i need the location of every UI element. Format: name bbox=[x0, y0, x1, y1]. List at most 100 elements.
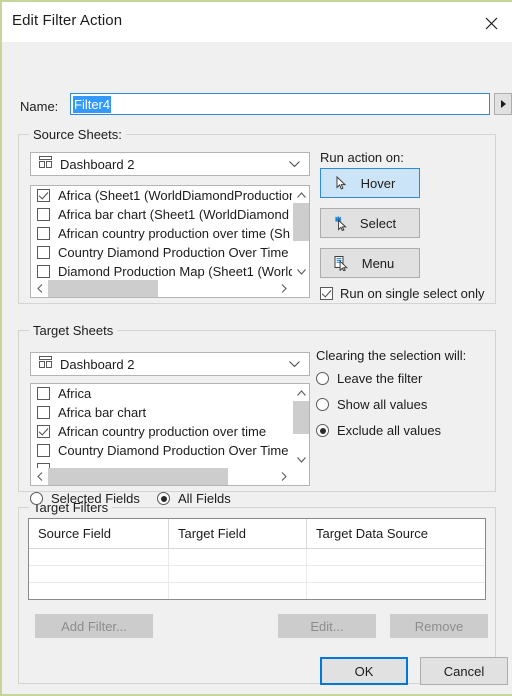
run-single-select-checkbox[interactable]: Run on single select only bbox=[320, 286, 485, 301]
target-list-horizontal-scrollbar[interactable] bbox=[31, 468, 309, 485]
chevron-down-icon[interactable] bbox=[293, 451, 309, 468]
run-action-hover-label: Hover bbox=[360, 175, 396, 191]
name-input-value: Filter4 bbox=[73, 95, 112, 113]
clearing-option-leave-filter[interactable]: Leave the filter bbox=[316, 371, 422, 386]
add-filter-button[interactable]: Add Filter... bbox=[35, 614, 153, 638]
table-row[interactable] bbox=[29, 583, 485, 599]
source-sheets-dropdown-value: Dashboard 2 bbox=[60, 156, 135, 172]
list-item[interactable]: African country production over time bbox=[31, 422, 292, 441]
name-input[interactable]: Filter4 bbox=[70, 93, 490, 115]
chevron-up-icon[interactable] bbox=[293, 384, 309, 401]
dashboard-icon bbox=[39, 355, 52, 373]
target-sheets-dropdown[interactable]: Dashboard 2 bbox=[30, 352, 310, 376]
cancel-button[interactable]: Cancel bbox=[420, 657, 508, 685]
source-list-hscroll-thumb[interactable] bbox=[48, 280, 158, 297]
remove-filter-button[interactable]: Remove bbox=[390, 614, 488, 638]
column-header-target-field: Target Field bbox=[169, 519, 307, 548]
scope-option-selected-fields[interactable]: Selected Fields bbox=[30, 491, 140, 506]
target-list-hscroll-thumb[interactable] bbox=[48, 468, 228, 485]
clearing-selection-label: Clearing the selection will: bbox=[316, 348, 467, 363]
scrollbar-corner bbox=[292, 280, 309, 297]
table-cell bbox=[307, 566, 485, 582]
checkbox-icon[interactable] bbox=[37, 425, 50, 438]
checkbox-icon[interactable] bbox=[320, 287, 333, 300]
close-icon[interactable] bbox=[478, 10, 504, 36]
list-item-partial[interactable] bbox=[31, 460, 292, 468]
cursor-select-icon bbox=[331, 216, 351, 231]
radio-icon[interactable] bbox=[316, 372, 329, 385]
checkbox-icon[interactable] bbox=[37, 387, 50, 400]
source-list-vertical-scrollbar[interactable] bbox=[292, 186, 309, 280]
list-item[interactable]: African country production over time (Sh bbox=[31, 224, 292, 243]
clearing-option-label: Leave the filter bbox=[337, 371, 423, 386]
name-more-button[interactable] bbox=[494, 93, 512, 115]
table-row[interactable] bbox=[29, 549, 485, 566]
radio-icon[interactable] bbox=[157, 492, 170, 505]
radio-icon[interactable] bbox=[30, 492, 43, 505]
run-action-menu-button[interactable]: Menu bbox=[320, 248, 420, 278]
list-item[interactable]: Country Diamond Production Over Time bbox=[31, 243, 292, 262]
list-item-label: African country production over time (Sh bbox=[58, 226, 290, 241]
clearing-option-show-all[interactable]: Show all values bbox=[316, 397, 427, 412]
radio-icon[interactable] bbox=[316, 424, 329, 437]
list-item[interactable]: Diamond Production Map (Sheet1 (World bbox=[31, 262, 292, 280]
chevron-right-icon[interactable] bbox=[275, 280, 292, 297]
list-item[interactable]: Africa bbox=[31, 384, 292, 403]
source-sheets-list[interactable]: Africa (Sheet1 (WorldDiamondProduction A… bbox=[30, 185, 310, 298]
cursor-arrow-icon bbox=[331, 176, 351, 190]
table-cell bbox=[169, 566, 307, 582]
dialog-title: Edit Filter Action bbox=[12, 12, 123, 29]
dialog-titlebar: Edit Filter Action bbox=[2, 2, 512, 42]
target-filters-table[interactable]: Source Field Target Field Target Data So… bbox=[28, 518, 486, 600]
run-action-menu-label: Menu bbox=[361, 255, 395, 271]
list-item-label: Africa bar chart (Sheet1 (WorldDiamond bbox=[58, 207, 289, 222]
checkbox-icon[interactable] bbox=[37, 406, 50, 419]
radio-icon[interactable] bbox=[316, 398, 329, 411]
table-header-row: Source Field Target Field Target Data So… bbox=[29, 519, 485, 549]
checkbox-icon[interactable] bbox=[37, 189, 50, 202]
run-action-label: Run action on: bbox=[320, 150, 404, 165]
source-list-horizontal-scrollbar[interactable] bbox=[31, 280, 309, 297]
source-sheets-dropdown[interactable]: Dashboard 2 bbox=[30, 152, 310, 176]
checkbox-icon[interactable] bbox=[37, 444, 50, 457]
clearing-option-exclude-all[interactable]: Exclude all values bbox=[316, 423, 441, 438]
checkbox-icon[interactable] bbox=[37, 265, 50, 278]
chevron-left-icon[interactable] bbox=[31, 468, 48, 485]
target-sheets-list[interactable]: Africa Africa bar chart African country … bbox=[30, 383, 310, 486]
chevron-down-icon bbox=[289, 155, 300, 173]
target-sheets-dropdown-value: Dashboard 2 bbox=[60, 356, 135, 372]
edit-filter-action-dialog: Edit Filter Action Name: Filter4 Source … bbox=[0, 0, 512, 696]
chevron-down-icon bbox=[289, 355, 300, 373]
list-item-label: Africa (Sheet1 (WorldDiamondProduction bbox=[58, 188, 292, 203]
checkbox-icon[interactable] bbox=[37, 208, 50, 221]
chevron-left-icon[interactable] bbox=[31, 280, 48, 297]
table-cell bbox=[29, 549, 169, 565]
column-header-target-data-source: Target Data Source bbox=[316, 526, 429, 541]
chevron-up-icon[interactable] bbox=[293, 186, 309, 203]
cursor-menu-icon bbox=[331, 255, 351, 271]
scope-option-all-fields[interactable]: All Fields bbox=[157, 491, 231, 506]
list-item[interactable]: Africa bar chart bbox=[31, 403, 292, 422]
list-item-label: Africa bar chart bbox=[58, 405, 147, 420]
checkbox-icon[interactable] bbox=[37, 227, 50, 240]
run-action-hover-button[interactable]: Hover bbox=[320, 168, 420, 198]
list-item-label: Country Diamond Production Over Time bbox=[58, 245, 289, 260]
target-list-vertical-scrollbar[interactable] bbox=[292, 384, 309, 468]
chevron-down-icon[interactable] bbox=[293, 263, 309, 280]
dialog-body: Name: Filter4 Source Sheets: Dashboard 2 bbox=[2, 42, 512, 694]
ok-button[interactable]: OK bbox=[320, 657, 408, 685]
source-list-scroll-thumb[interactable] bbox=[293, 203, 309, 241]
list-item[interactable]: Country Diamond Production Over Time bbox=[31, 441, 292, 460]
list-item-label: Country Diamond Production Over Time bbox=[58, 443, 289, 458]
checkbox-icon[interactable] bbox=[37, 246, 50, 259]
run-action-select-button[interactable]: Select bbox=[320, 208, 420, 238]
list-item[interactable]: Africa bar chart (Sheet1 (WorldDiamond bbox=[31, 205, 292, 224]
run-single-select-label: Run on single select only bbox=[340, 286, 485, 301]
table-row[interactable] bbox=[29, 566, 485, 583]
chevron-right-icon[interactable] bbox=[275, 468, 292, 485]
edit-filter-button[interactable]: Edit... bbox=[278, 614, 376, 638]
dashboard-icon bbox=[39, 155, 52, 173]
target-list-scroll-thumb[interactable] bbox=[293, 401, 309, 434]
table-cell bbox=[169, 583, 307, 599]
list-item[interactable]: Africa (Sheet1 (WorldDiamondProduction bbox=[31, 186, 292, 205]
